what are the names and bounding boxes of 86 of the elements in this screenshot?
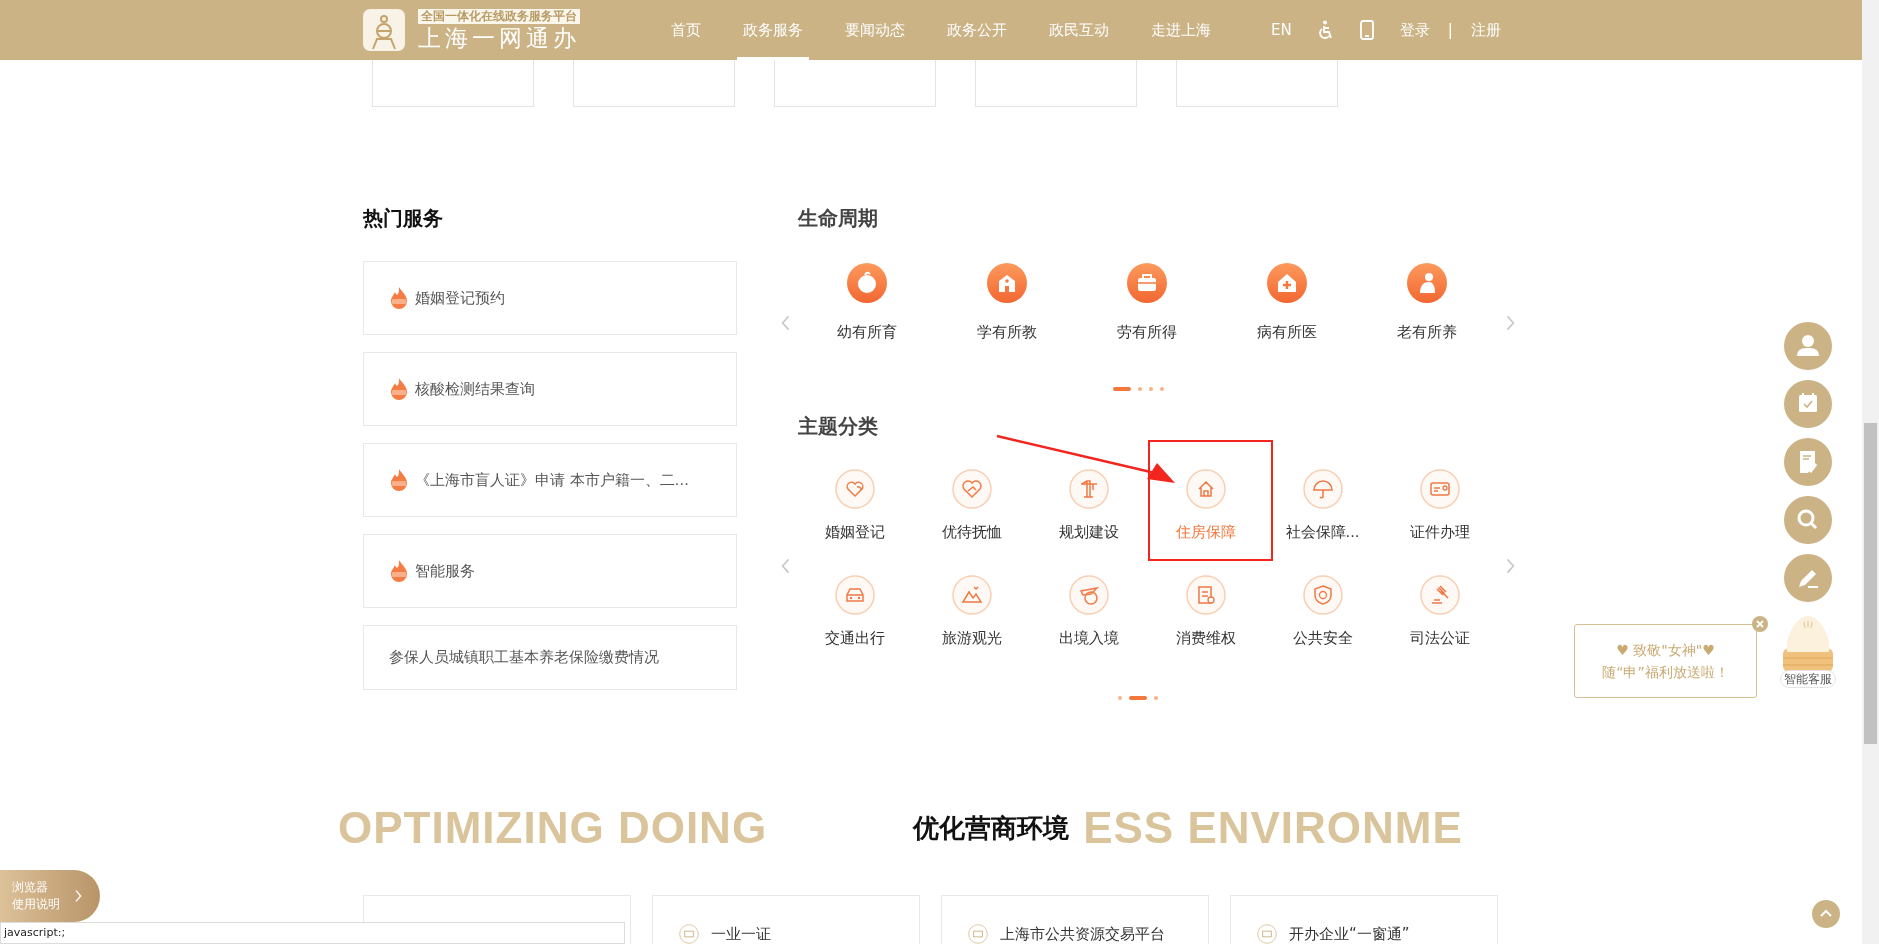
topic-link[interactable]: 司法公证 bbox=[1409, 628, 1470, 648]
service-name: 婚姻登记预约 bbox=[415, 288, 505, 308]
topic-link[interactable]: 婚姻登记 bbox=[824, 522, 885, 542]
back-to-top-icon[interactable] bbox=[1812, 900, 1840, 928]
shield-icon[interactable] bbox=[1302, 575, 1343, 615]
assistant-label[interactable]: 智能客服 bbox=[1780, 670, 1836, 688]
life-stage-link[interactable]: 老有所养 bbox=[1397, 322, 1457, 342]
topic-link[interactable]: 出境入境 bbox=[1058, 628, 1119, 648]
service-card[interactable]: 婚姻登记预约 bbox=[363, 261, 737, 335]
platform-tagline: 全国一体化在线政务服务平台 bbox=[418, 8, 580, 24]
backdrop-text: OPTIMIZING DOING bbox=[338, 803, 769, 853]
service-icon bbox=[1257, 924, 1277, 944]
service-name: 参保人员城镇职工基本养老保险缴费情况 bbox=[389, 648, 659, 667]
business-name: 开办企业“一窗通” bbox=[1289, 924, 1410, 944]
topic-link[interactable]: 消费维权 bbox=[1175, 628, 1236, 648]
service-card[interactable]: 参保人员城镇职工基本养老保险缴费情况 bbox=[363, 625, 737, 690]
topic-link[interactable]: 社会保障... bbox=[1285, 522, 1360, 542]
pencil-icon[interactable] bbox=[1784, 554, 1832, 602]
mountain-icon[interactable] bbox=[951, 575, 992, 615]
logo-icon[interactable] bbox=[363, 9, 405, 51]
business-card[interactable]: 开办企业“一窗通” bbox=[1230, 895, 1498, 944]
person-icon[interactable] bbox=[1407, 263, 1447, 303]
business-name: 一业一证 bbox=[711, 924, 771, 944]
pager-dot[interactable] bbox=[1118, 696, 1122, 700]
topic-link[interactable]: 优待抚恤 bbox=[941, 522, 1002, 542]
car-icon[interactable] bbox=[834, 575, 875, 615]
gavel-icon[interactable] bbox=[1419, 575, 1460, 615]
briefcase-icon[interactable] bbox=[1127, 263, 1167, 303]
plane-globe-icon[interactable] bbox=[1068, 575, 1109, 615]
hot-flame-icon bbox=[389, 469, 409, 491]
service-icon bbox=[968, 924, 988, 944]
topic-link[interactable]: 旅游观光 bbox=[941, 628, 1002, 648]
site-title: 上海一网通办 bbox=[418, 23, 580, 52]
life-stage-link[interactable]: 劳有所得 bbox=[1117, 322, 1177, 342]
clinic-icon[interactable] bbox=[1267, 263, 1307, 303]
service-card[interactable]: 智能服务 bbox=[363, 534, 737, 608]
receipt-icon[interactable] bbox=[1185, 575, 1226, 615]
crane-icon[interactable] bbox=[1068, 469, 1109, 509]
backdrop-text: ESS ENVIRONME bbox=[1083, 803, 1463, 853]
id-card-icon[interactable] bbox=[1419, 469, 1460, 509]
service-icon bbox=[679, 924, 699, 944]
service-card[interactable]: 核酸检测结果查询 bbox=[363, 352, 737, 426]
search-icon[interactable] bbox=[1784, 496, 1832, 544]
status-tooltip: javascript:; bbox=[0, 922, 625, 944]
close-icon[interactable] bbox=[1752, 616, 1768, 632]
mobile-phone-icon[interactable] bbox=[1359, 20, 1374, 40]
hot-flame-icon bbox=[389, 378, 409, 400]
school-icon[interactable] bbox=[987, 263, 1027, 303]
topic-link[interactable]: 证件办理 bbox=[1409, 522, 1470, 542]
topic-link[interactable]: 交通出行 bbox=[824, 628, 885, 648]
topic-link[interactable]: 公共安全 bbox=[1292, 628, 1353, 648]
pager-dot[interactable] bbox=[1159, 387, 1164, 391]
service-name: 智能服务 bbox=[415, 561, 475, 581]
section-title: 优化营商环境 bbox=[913, 812, 1070, 845]
promo-text: ♥ 致敬"女神"♥ bbox=[1616, 641, 1715, 660]
service-name: 核酸检测结果查询 bbox=[415, 379, 535, 399]
section-title: 热门服务 bbox=[363, 205, 444, 232]
topic-link[interactable]: 规划建设 bbox=[1058, 522, 1119, 542]
user-icon[interactable] bbox=[1784, 322, 1832, 370]
scrollbar-thumb[interactable] bbox=[1864, 423, 1877, 744]
baby-head-icon[interactable] bbox=[847, 263, 887, 303]
section-title: 生命周期 bbox=[796, 205, 879, 232]
separator: | bbox=[1447, 21, 1453, 39]
guide-text: 使用说明 bbox=[12, 896, 60, 913]
guide-text: 浏览器 bbox=[12, 879, 49, 896]
hot-flame-icon bbox=[389, 560, 409, 582]
business-card[interactable]: 一业一证 bbox=[652, 895, 920, 944]
pager-dot[interactable] bbox=[1154, 696, 1158, 700]
life-stage-link[interactable]: 病有所医 bbox=[1257, 322, 1317, 342]
business-card[interactable]: 上海市公共资源交易平台 bbox=[941, 895, 1209, 944]
pager-dot[interactable] bbox=[1148, 387, 1153, 391]
business-name: 上海市公共资源交易平台 bbox=[1000, 924, 1165, 944]
pager-dot[interactable] bbox=[1137, 387, 1142, 391]
calendar-icon[interactable] bbox=[1784, 380, 1832, 428]
note-edit-icon[interactable] bbox=[1784, 438, 1832, 486]
life-stage-link[interactable]: 学有所教 bbox=[977, 322, 1037, 342]
promo-text: 随“申”福利放送啦！ bbox=[1602, 663, 1729, 682]
life-stage-link[interactable]: 幼有所育 bbox=[837, 322, 897, 342]
hot-flame-icon bbox=[389, 287, 409, 309]
service-card[interactable]: 《上海市盲人证》申请 本市户籍一、二… bbox=[363, 443, 737, 517]
service-name: 《上海市盲人证》申请 本市户籍一、二… bbox=[415, 470, 690, 490]
section-title: 主题分类 bbox=[797, 413, 879, 440]
hearts-icon[interactable] bbox=[834, 469, 875, 509]
accessibility-icon[interactable] bbox=[1317, 20, 1334, 40]
umbrella-icon[interactable] bbox=[1302, 469, 1343, 509]
house-icon[interactable] bbox=[1185, 469, 1226, 509]
